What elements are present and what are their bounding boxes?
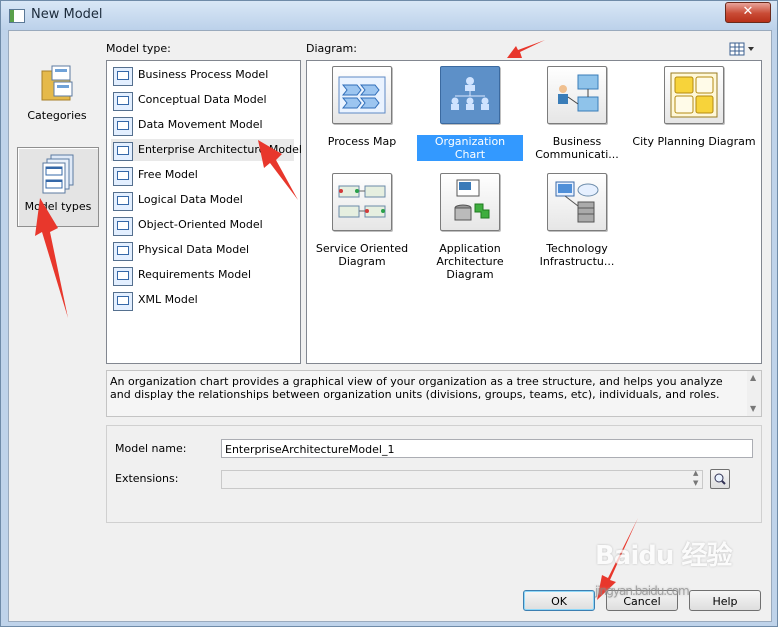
requirements-model-icon bbox=[113, 267, 133, 286]
enterprise-architecture-model-icon bbox=[113, 142, 133, 161]
close-button[interactable]: ✕ bbox=[725, 2, 771, 23]
model-type-item-selected[interactable]: Enterprise Architecture Model bbox=[111, 139, 302, 161]
model-type-item[interactable]: Requirements Model bbox=[111, 264, 294, 286]
diagram-item-city-planning[interactable]: City Planning Diagram bbox=[629, 63, 759, 148]
model-type-item[interactable]: XML Model bbox=[111, 289, 294, 311]
diagram-item-process-map[interactable]: Process Map bbox=[309, 63, 415, 148]
ok-button[interactable]: OK bbox=[523, 590, 595, 611]
dialog-icon bbox=[9, 9, 25, 23]
data-movement-model-icon bbox=[113, 117, 133, 136]
description-scrollbar[interactable]: ▲ ▼ bbox=[747, 371, 761, 416]
process-map-icon bbox=[332, 66, 392, 124]
diagram-gallery[interactable]: Process Map Organization Chart Business … bbox=[306, 60, 762, 364]
technology-infrastructure-icon bbox=[547, 173, 607, 231]
spin-down-icon[interactable]: ▼ bbox=[693, 479, 698, 487]
model-name-input[interactable]: EnterpriseArchitectureModel_1 bbox=[221, 439, 753, 458]
model-type-item[interactable]: Physical Data Model bbox=[111, 239, 294, 261]
xml-model-icon bbox=[113, 292, 133, 311]
application-architecture-icon bbox=[440, 173, 500, 231]
model-type-item[interactable]: Business Process Model bbox=[111, 64, 294, 86]
diagram-item-technology-infrastructure[interactable]: Technology Infrastructu... bbox=[524, 170, 630, 268]
conceptual-data-model-icon bbox=[113, 92, 133, 111]
business-process-model-icon bbox=[113, 67, 133, 86]
diagram-item-application-architecture[interactable]: Application Architecture Diagram bbox=[417, 170, 523, 281]
service-oriented-icon bbox=[332, 173, 392, 231]
model-settings-group: Model name: EnterpriseArchitectureModel_… bbox=[106, 425, 762, 523]
model-type-list[interactable]: Business Process Model Conceptual Data M… bbox=[106, 60, 302, 364]
organization-chart-icon bbox=[440, 66, 500, 124]
model-types-label: Model types bbox=[24, 200, 92, 213]
scroll-up-icon[interactable]: ▲ bbox=[750, 373, 756, 382]
select-extensions-button[interactable] bbox=[710, 469, 730, 489]
dialog-title: New Model bbox=[31, 7, 103, 22]
model-type-item[interactable]: Free Model bbox=[111, 164, 294, 186]
free-model-icon bbox=[113, 167, 133, 186]
diagram-item-business-communication[interactable]: Business Communicati... bbox=[524, 63, 630, 161]
model-type-item[interactable]: Object-Oriented Model bbox=[111, 214, 294, 236]
model-type-label: Model type: bbox=[106, 42, 171, 55]
model-type-item[interactable]: Logical Data Model bbox=[111, 189, 294, 211]
dialog-body: Categories Model types Model type: Diagr… bbox=[8, 30, 772, 622]
categories-label: Categories bbox=[27, 109, 87, 122]
title-bar[interactable]: New Model ✕ bbox=[1, 1, 777, 30]
extensions-field[interactable] bbox=[221, 470, 703, 489]
description-text: An organization chart provides a graphic… bbox=[110, 375, 723, 401]
categories-button[interactable]: Categories bbox=[17, 57, 97, 135]
diagram-item-service-oriented[interactable]: Service Oriented Diagram bbox=[309, 170, 415, 268]
model-type-item[interactable]: Data Movement Model bbox=[111, 114, 294, 136]
magnifier-icon bbox=[714, 473, 726, 485]
city-planning-icon bbox=[664, 66, 724, 124]
description-box: An organization chart provides a graphic… bbox=[106, 370, 762, 417]
extensions-label: Extensions: bbox=[115, 472, 179, 485]
spin-up-icon[interactable]: ▲ bbox=[693, 469, 698, 477]
diagram-label: Diagram: bbox=[306, 42, 357, 55]
business-communication-icon bbox=[547, 66, 607, 124]
watermark: Baidu 经验 jingyan.baidu.com bbox=[595, 541, 732, 598]
view-mode-icon[interactable] bbox=[729, 42, 757, 56]
folder-icon bbox=[41, 65, 73, 101]
view-nav: Categories Model types bbox=[15, 39, 101, 627]
model-type-item[interactable]: Conceptual Data Model bbox=[111, 89, 294, 111]
model-types-button[interactable]: Model types bbox=[17, 147, 99, 227]
physical-data-model-icon bbox=[113, 242, 133, 261]
object-oriented-model-icon bbox=[113, 217, 133, 236]
new-model-dialog: New Model ✕ Categories Model types Model… bbox=[0, 0, 778, 627]
logical-data-model-icon bbox=[113, 192, 133, 211]
scroll-down-icon[interactable]: ▼ bbox=[750, 404, 756, 413]
model-name-label: Model name: bbox=[115, 442, 187, 455]
diagram-item-organization-chart[interactable]: Organization Chart bbox=[417, 63, 523, 161]
model-types-icon bbox=[42, 154, 74, 194]
